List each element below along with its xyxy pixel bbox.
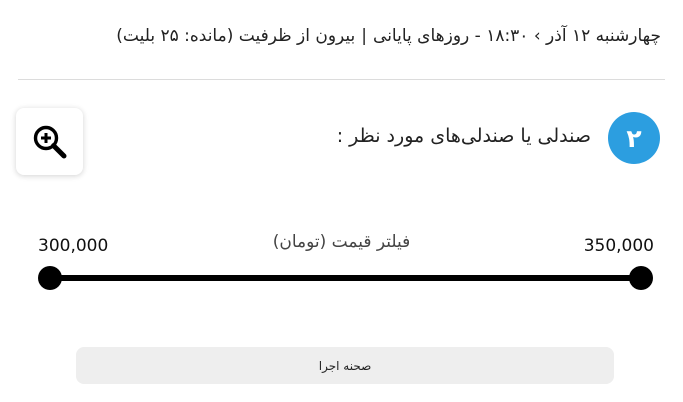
price-filter-label: فیلتر قیمت (تومان) bbox=[272, 232, 411, 252]
stage-label: صحنه اجرا bbox=[318, 358, 372, 373]
price-slider-max-handle[interactable] bbox=[629, 266, 653, 290]
step-badge: ۲ bbox=[608, 112, 660, 164]
capacity-status: بیرون از ظرفیت (مانده: ۲۵ بلیت) bbox=[116, 26, 356, 46]
event-date-time: چهارشنبه ۱۲ آذر › ۱۸:۳۰ - روزهای پایانی bbox=[373, 26, 661, 46]
section-title: صندلی یا صندلی‌های مورد نظر : bbox=[336, 125, 591, 147]
price-slider-track[interactable] bbox=[50, 275, 641, 281]
header-divider bbox=[18, 79, 665, 80]
event-info-line: چهارشنبه ۱۲ آذر › ۱۸:۳۰ - روزهای پایانی|… bbox=[22, 26, 661, 46]
zoom-in-icon bbox=[33, 125, 66, 158]
price-slider-min-handle[interactable] bbox=[38, 266, 62, 290]
stage-area: صحنه اجرا bbox=[76, 347, 614, 384]
zoom-in-button[interactable] bbox=[16, 108, 83, 175]
seat-selection-page: چهارشنبه ۱۲ آذر › ۱۸:۳۰ - روزهای پایانی|… bbox=[0, 0, 683, 402]
price-max-label: 350,000 bbox=[583, 236, 654, 256]
info-separator: | bbox=[361, 26, 368, 46]
